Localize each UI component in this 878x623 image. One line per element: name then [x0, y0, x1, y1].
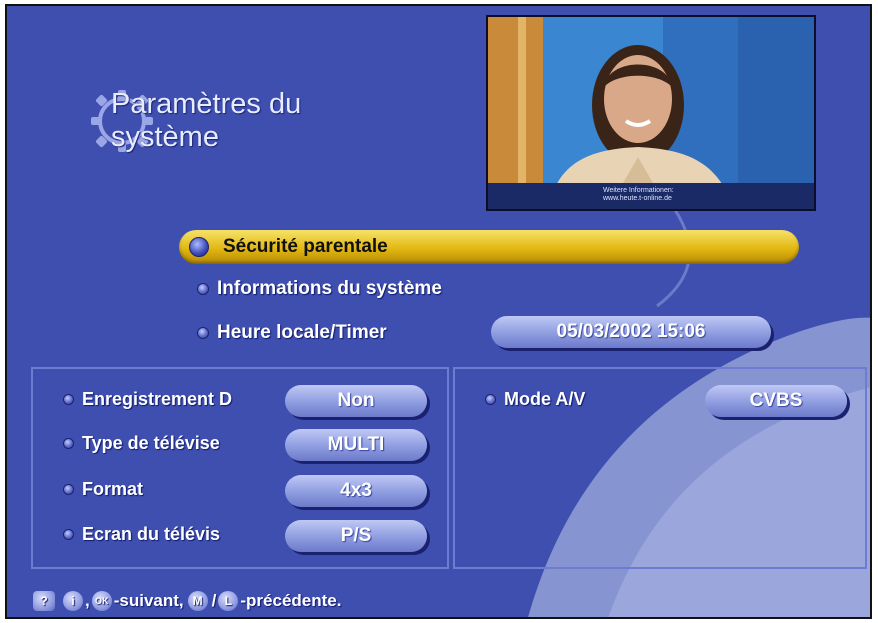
setting-label-text: Format [82, 479, 144, 499]
slash-separator: / [211, 591, 217, 610]
bullet-icon [63, 394, 74, 405]
local-time-value[interactable]: 05/03/2002 15:06 [491, 316, 771, 348]
next-hint: -suivant, [113, 591, 184, 610]
ticker-text: Weitere Informationen: www.heute.t-onlin… [603, 187, 723, 203]
help-key-icon: ? [33, 591, 55, 611]
setting-label-text: Ecran du télévis [82, 524, 221, 544]
bullet-icon [189, 237, 209, 257]
tv-screen: Paramètres du système Weitere Informatio… [5, 4, 872, 619]
setting-label-tv-type[interactable]: Type de télévise [63, 433, 293, 454]
setting-label-av-mode[interactable]: Mode A/V [485, 389, 685, 410]
setting-value-recording[interactable]: Non [285, 385, 427, 417]
bullet-icon [197, 327, 209, 339]
page-title: Paramètres du système [111, 88, 302, 153]
setting-label-tv-screen[interactable]: Ecran du télévis [63, 524, 293, 545]
settings-panel-right: Mode A/V CVBS [453, 367, 867, 569]
setting-label-format[interactable]: Format [63, 479, 293, 500]
menu-item-label: Informations du système [217, 278, 442, 299]
menu-item-local-time[interactable]: Heure locale/Timer [197, 322, 387, 344]
setting-label-text: Mode A/V [504, 389, 586, 409]
info-key-icon: i [63, 591, 83, 611]
menu-item-label: Sécurité parentale [223, 236, 388, 257]
ok-key-icon: OK [91, 591, 112, 611]
setting-value-tv-screen[interactable]: P/S [285, 520, 427, 552]
setting-label-text: Type de télévise [82, 433, 220, 453]
settings-panel-left: Enregistrement D Non Type de télévise MU… [31, 367, 449, 569]
setting-value-av-mode[interactable]: CVBS [705, 385, 847, 417]
setting-value-tv-type[interactable]: MULTI [285, 429, 427, 461]
news-ticker: Weitere Informationen: www.heute.t-onlin… [488, 183, 814, 209]
setting-label-text: Enregistrement D [82, 389, 233, 409]
bullet-icon [63, 438, 74, 449]
ticker-line-1: Weitere Informationen: [603, 187, 674, 194]
bullet-icon [485, 394, 496, 405]
menu-item-label: Heure locale/Timer [217, 322, 387, 343]
menu-key-icon: M [187, 591, 208, 611]
comma-separator: , [85, 591, 90, 610]
bullet-icon [63, 529, 74, 540]
menu-item-system-info[interactable]: Informations du système [197, 278, 442, 300]
tv-preview: Weitere Informationen: www.heute.t-onlin… [486, 15, 816, 211]
bullet-icon [197, 283, 209, 295]
menu-item-parental-control[interactable]: Sécurité parentale [179, 230, 799, 264]
key-hint-bar: ? i , OK -suivant, M / L -précédente. [33, 591, 341, 611]
setting-label-recording[interactable]: Enregistrement D [63, 389, 293, 410]
bullet-icon [63, 484, 74, 495]
ticker-line-2: www.heute.t-online.de [603, 195, 672, 202]
presenter-image [488, 17, 814, 209]
l-key-icon: L [218, 591, 239, 611]
previous-hint: -précédente. [240, 591, 342, 610]
setting-value-format[interactable]: 4x3 [285, 475, 427, 507]
